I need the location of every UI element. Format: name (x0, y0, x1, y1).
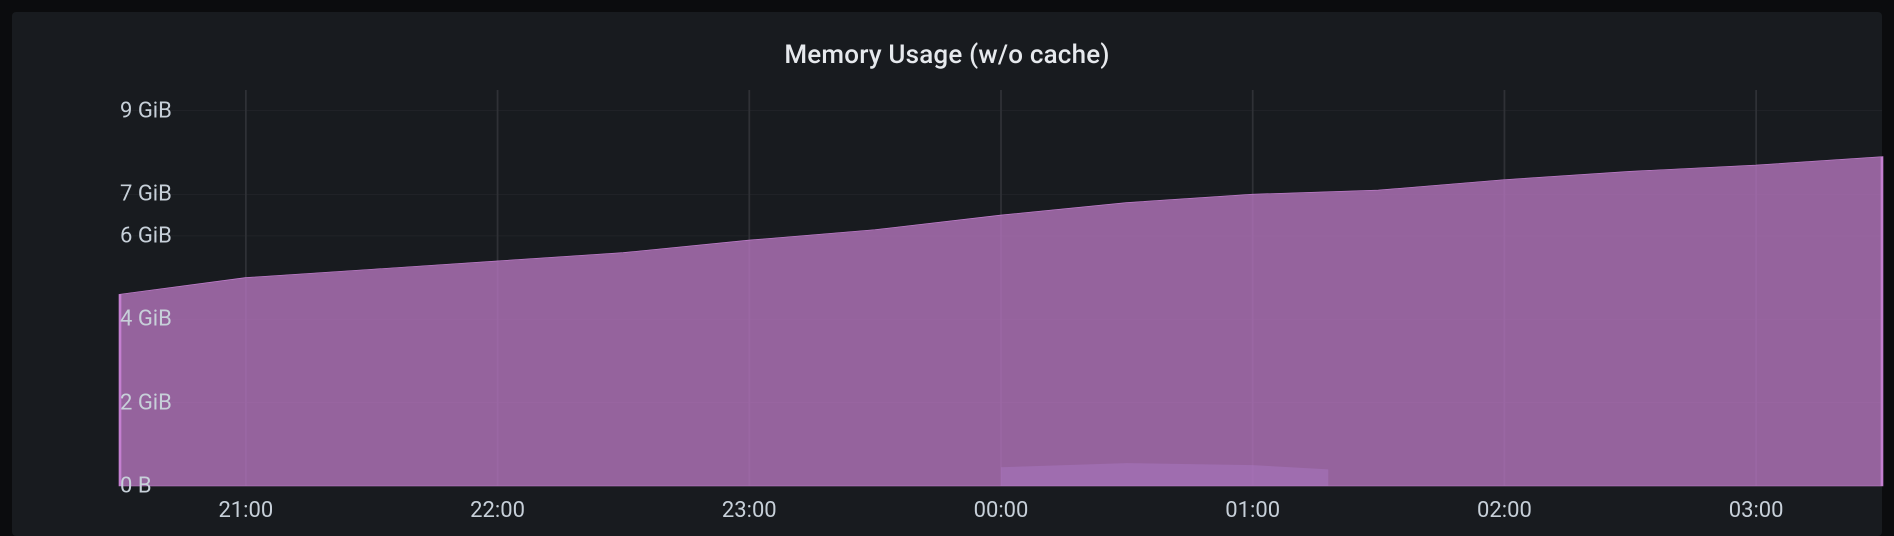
x-tick-label: 22:00 (470, 486, 525, 523)
x-tick-label: 02:00 (1477, 486, 1532, 523)
y-tick-label: 4 GiB (120, 307, 134, 332)
y-tick-label: 0 B (120, 474, 134, 499)
y-tick-label: 6 GiB (120, 223, 134, 248)
x-tick-label: 21:00 (218, 486, 273, 523)
chart-svg (120, 90, 1882, 486)
chart-panel: Memory Usage (w/o cache) 0 B 2 GiB 4 GiB 6 … (12, 12, 1882, 536)
y-tick-label: 9 GiB (120, 98, 134, 123)
y-tick-label: 7 GiB (120, 182, 134, 207)
x-tick-label: 01:00 (1225, 486, 1280, 523)
plot-area[interactable]: 0 B2 GiB4 GiB6 GiB7 GiB9 GiB 21:0022:002… (120, 90, 1882, 486)
panel-title: Memory Usage (w/o cache) (12, 40, 1882, 70)
x-tick-label: 00:00 (974, 486, 1029, 523)
x-tick-label: 03:00 (1729, 486, 1784, 523)
y-tick-label: 2 GiB (120, 390, 134, 415)
x-tick-label: 23:00 (722, 486, 777, 523)
